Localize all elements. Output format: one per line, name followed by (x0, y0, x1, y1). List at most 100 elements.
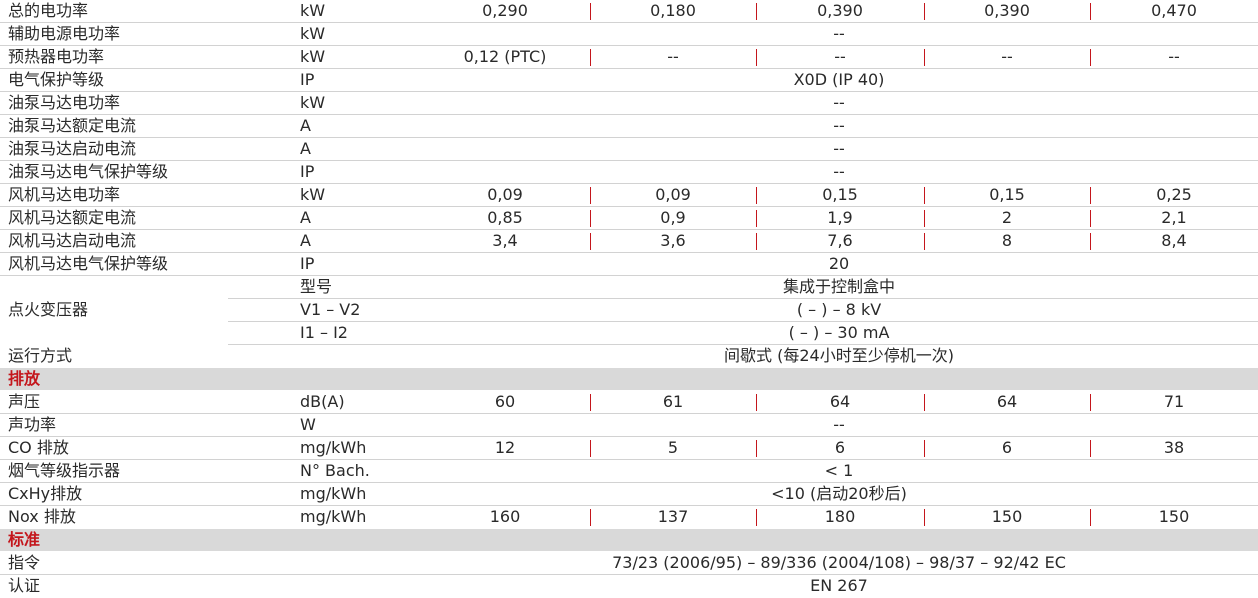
column-divider (590, 440, 591, 457)
table-row: 总的电功率 kW 0,290 0,180 0,390 0,390 0,470 (0, 0, 1258, 23)
value-cell: -- (834, 47, 846, 66)
value-cell: 7,6 (827, 231, 853, 250)
section-standards: 标准 (0, 529, 1258, 551)
row-label: 电气保护等级 (8, 70, 105, 89)
value-cell: 2 (1001, 208, 1013, 227)
column-divider (756, 394, 757, 411)
value-cell: 0,470 (1151, 1, 1197, 20)
column-divider (756, 187, 757, 204)
value-cell: 150 (1158, 507, 1190, 526)
value-cell: 180 (824, 507, 856, 526)
row-label: Nox 排放 (8, 507, 76, 526)
table-row: Nox 排放 mg/kWh 160 137 180 150 150 (0, 506, 1258, 529)
row-label: CO 排放 (8, 438, 69, 457)
value-cell: 64 (996, 392, 1018, 411)
merged-value: -- (833, 116, 845, 135)
value-cell: 12 (494, 438, 516, 457)
row-unit: W (300, 415, 316, 434)
row-unit: kW (300, 185, 326, 204)
table-row: CO 排放 mg/kWh 12 5 6 6 38 (0, 437, 1258, 460)
row-unit: A (300, 116, 311, 135)
value-cell: 0,15 (989, 185, 1025, 204)
value-cell: 0,12 (PTC) (463, 47, 547, 66)
table-row: 预热器电功率 kW 0,12 (PTC) -- -- -- -- (0, 46, 1258, 69)
value-cell: 3,6 (660, 231, 686, 250)
merged-value: 73/23 (2006/95) – 89/336 (2004/108) – 98… (612, 553, 1066, 572)
ignition-subrow: V1 – V2 ( – ) – 8 kV (228, 299, 1258, 322)
value-cell: -- (1001, 47, 1013, 66)
row-label: 油泵马达额定电流 (8, 116, 137, 135)
row-label: 风机马达启动电流 (8, 231, 137, 250)
merged-value: ( – ) – 8 kV (796, 300, 882, 319)
merged-value: ( – ) – 30 mA (788, 323, 890, 342)
value-cell: 1,9 (827, 208, 853, 227)
row-unit: kW (300, 1, 326, 20)
value-cell: 6 (834, 438, 846, 457)
row-unit: A (300, 231, 311, 250)
value-cell: 0,290 (482, 1, 528, 20)
merged-value: -- (833, 415, 845, 434)
column-divider (924, 49, 925, 66)
subrow-label: I1 – I2 (300, 323, 348, 342)
table-row: 风机马达额定电流 A 0,85 0,9 1,9 2 2,1 (0, 207, 1258, 230)
column-divider (1090, 210, 1091, 227)
row-label: CxHy排放 (8, 484, 83, 503)
spec-table: 总的电功率 kW 0,290 0,180 0,390 0,390 0,470 辅助电源电功率 k… (0, 0, 1258, 598)
table-row: 风机马达电功率 kW 0,09 0,09 0,15 0,15 0,25 (0, 184, 1258, 207)
column-divider (1090, 187, 1091, 204)
subrow-label: V1 – V2 (300, 300, 361, 319)
table-row: 声功率 W -- (0, 414, 1258, 437)
value-cell: 160 (489, 507, 521, 526)
row-unit: dB(A) (300, 392, 345, 411)
merged-value: -- (833, 93, 845, 112)
table-row: CxHy排放 mg/kWh <10 (启动20秒后) (0, 483, 1258, 506)
row-label: 烟气等级指示器 (8, 461, 121, 480)
section-emissions-label: 排放 (8, 369, 41, 388)
column-divider (1090, 394, 1091, 411)
section-standards-label: 标准 (8, 530, 41, 549)
merged-value: < 1 (824, 461, 854, 480)
table-row: 运行方式 间歇式 (每24小时至少停机一次) (0, 345, 1258, 368)
value-cell: 0,15 (822, 185, 858, 204)
row-unit: N° Bach. (300, 461, 370, 480)
table-row: 声压 dB(A) 60 61 64 64 71 (0, 391, 1258, 414)
merged-value: 集成于控制盒中 (782, 277, 895, 296)
merged-value: -- (833, 162, 845, 181)
column-divider (924, 509, 925, 526)
column-divider (756, 3, 757, 20)
row-label: 油泵马达电功率 (8, 93, 121, 112)
row-unit: IP (300, 70, 315, 89)
row-label: 辅助电源电功率 (8, 24, 121, 43)
column-divider (1090, 440, 1091, 457)
merged-value: -- (833, 24, 845, 43)
column-divider (590, 394, 591, 411)
column-divider (590, 210, 591, 227)
merged-value: -- (833, 139, 845, 158)
value-cell: 38 (1163, 438, 1185, 457)
row-unit: kW (300, 93, 326, 112)
row-unit: A (300, 139, 311, 158)
column-divider (756, 49, 757, 66)
row-label: 点火变压器 (8, 300, 89, 319)
merged-value: 间歇式 (每24小时至少停机一次) (724, 346, 954, 365)
merged-value: 20 (828, 254, 850, 273)
column-divider (590, 3, 591, 20)
column-divider (924, 233, 925, 250)
column-divider (756, 210, 757, 227)
row-label: 总的电功率 (8, 1, 89, 20)
ignition-subrow: I1 – I2 ( – ) – 30 mA (228, 322, 1258, 345)
row-label: 风机马达电功率 (8, 185, 121, 204)
column-divider (924, 210, 925, 227)
column-divider (924, 187, 925, 204)
subrow-label: 型号 (300, 277, 333, 296)
row-unit: mg/kWh (300, 507, 367, 526)
row-label: 油泵马达电气保护等级 (8, 162, 169, 181)
value-cell: 0,9 (660, 208, 686, 227)
value-cell: -- (1168, 47, 1180, 66)
row-label: 风机马达额定电流 (8, 208, 137, 227)
value-cell: 61 (662, 392, 684, 411)
column-divider (756, 440, 757, 457)
table-row: 油泵马达额定电流 A -- (0, 115, 1258, 138)
value-cell: 0,390 (817, 1, 863, 20)
row-unit: IP (300, 162, 315, 181)
